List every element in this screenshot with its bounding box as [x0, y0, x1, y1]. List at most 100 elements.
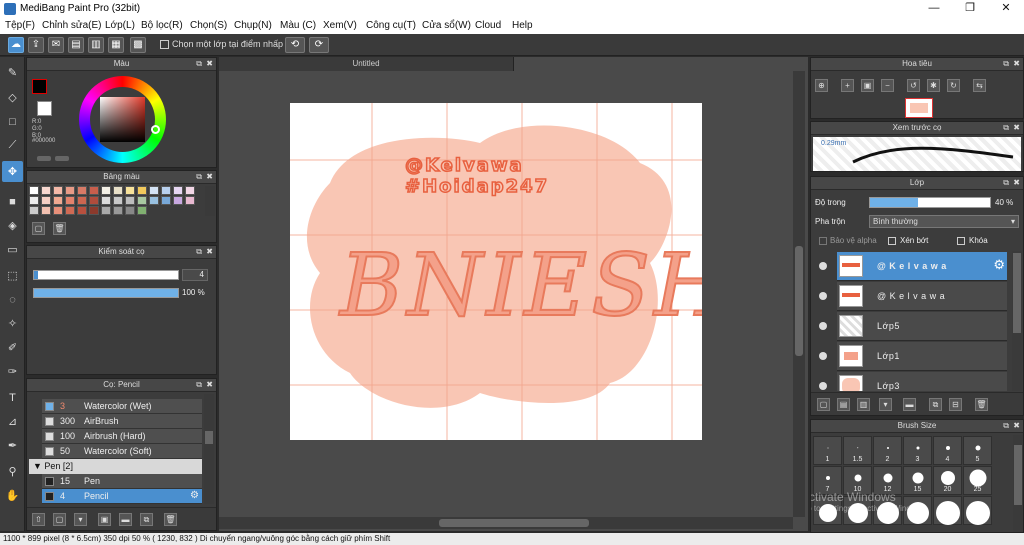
palette-swatch[interactable]: [161, 186, 171, 195]
palette-swatch[interactable]: [29, 196, 39, 205]
flip-icon[interactable]: ⇆: [973, 79, 986, 92]
copy-brush-icon[interactable]: ▣: [98, 513, 111, 526]
new-halftone-layer-icon[interactable]: ▤: [837, 398, 850, 411]
brush-size-cell[interactable]: [873, 496, 902, 525]
close-icon[interactable]: ✖: [206, 171, 213, 183]
eyedropper-tool-icon[interactable]: ✒: [2, 435, 23, 456]
palette-swatch[interactable]: [41, 206, 51, 215]
duplicate-layer-icon[interactable]: ⧉: [929, 398, 942, 411]
popout-icon[interactable]: ⧉: [1003, 122, 1009, 134]
zoom-in-icon[interactable]: +: [841, 79, 854, 92]
merge-layer-icon[interactable]: ⊟: [949, 398, 962, 411]
add-layer-menu-icon[interactable]: ▾: [879, 398, 892, 411]
folder-icon[interactable]: ▬: [119, 513, 132, 526]
brush-size-cell[interactable]: 10: [843, 466, 872, 495]
hue-handle[interactable]: [151, 125, 160, 134]
visibility-icon[interactable]: [819, 352, 827, 360]
duplicate-icon[interactable]: ⧉: [140, 513, 153, 526]
protect-alpha-checkbox[interactable]: [819, 237, 827, 245]
undo-button[interactable]: ⟲: [285, 37, 305, 53]
tile-icon[interactable]: ▩: [130, 37, 146, 53]
trash-icon[interactable]: 🗑: [164, 513, 177, 526]
canvas-vscroll[interactable]: [793, 71, 805, 517]
palette-swatch[interactable]: [41, 196, 51, 205]
new-brush-icon[interactable]: ▢: [53, 513, 66, 526]
palette-swatch[interactable]: [77, 186, 87, 195]
document-tab[interactable]: Untitled: [219, 57, 514, 71]
menu-file[interactable]: Tệp(F): [5, 20, 35, 31]
lock-checkbox[interactable]: [957, 237, 965, 245]
popout-icon[interactable]: ⧉: [1003, 420, 1009, 432]
brush-size-scrollbar[interactable]: [1013, 435, 1023, 532]
palette-swatch[interactable]: [65, 206, 75, 215]
palette-swatch[interactable]: [173, 186, 183, 195]
clipping-checkbox[interactable]: [888, 237, 896, 245]
close-icon[interactable]: ✖: [1013, 122, 1020, 134]
rotate-left-icon[interactable]: ↺: [907, 79, 920, 92]
close-icon[interactable]: ✖: [1013, 58, 1020, 70]
lasso-tool-icon[interactable]: ◌: [2, 289, 23, 310]
brush-size-cell[interactable]: [843, 496, 872, 525]
foreground-color-swatch[interactable]: [32, 79, 47, 94]
add-brush-icon[interactable]: ⇧: [32, 513, 45, 526]
share-icon[interactable]: ⇪: [28, 37, 44, 53]
palette-swatch[interactable]: [89, 186, 99, 195]
palette-swatch[interactable]: [125, 206, 135, 215]
color-picker-button[interactable]: [55, 156, 69, 161]
brush-size-cell[interactable]: [963, 496, 992, 526]
layer-row[interactable]: Lớp1: [819, 342, 1007, 371]
menu-help[interactable]: Help: [512, 20, 533, 31]
palette-swatch[interactable]: [137, 186, 147, 195]
palette-swatch[interactable]: [113, 196, 123, 205]
brush-size-cell[interactable]: 1.5: [843, 436, 872, 465]
brush-opacity-slider[interactable]: [33, 288, 179, 298]
menu-layer[interactable]: Lớp(L): [105, 20, 135, 31]
palette-scrollbar[interactable]: [205, 186, 215, 216]
palette-swatch[interactable]: [113, 186, 123, 195]
brush-list-scrollbar[interactable]: [204, 394, 214, 504]
layer-row[interactable]: Lớp3: [819, 372, 1007, 391]
palette-swatch[interactable]: [185, 196, 195, 205]
brush-size-cell[interactable]: 2: [873, 436, 902, 465]
blend-mode-select[interactable]: Bình thường ▾: [869, 215, 1019, 228]
brush-size-cell[interactable]: [903, 496, 932, 525]
color-mode-button[interactable]: [37, 156, 51, 161]
palette-swatch[interactable]: [53, 186, 63, 195]
close-icon[interactable]: ✖: [1013, 177, 1020, 189]
gear-icon[interactable]: ⚙: [993, 257, 1005, 273]
brush-size-cell[interactable]: 1: [813, 436, 842, 465]
hue-ring[interactable]: [79, 76, 166, 163]
popout-icon[interactable]: ⧉: [1003, 58, 1009, 70]
new-8bit-layer-icon[interactable]: ▥: [857, 398, 870, 411]
palette-swatch[interactable]: [137, 196, 147, 205]
canvas-hscroll[interactable]: [219, 517, 793, 529]
menu-filter[interactable]: Bộ lọc(R): [141, 20, 183, 31]
message-icon[interactable]: ▤: [68, 37, 84, 53]
comment-icon[interactable]: ✉: [48, 37, 64, 53]
fill-rect-tool-icon[interactable]: ■: [2, 191, 23, 212]
visibility-icon[interactable]: [819, 382, 827, 390]
layer-row[interactable]: @ K e l v a w a: [819, 282, 1007, 311]
palette-swatch[interactable]: [125, 186, 135, 195]
brush-item[interactable]: 100 Airbrush (Hard): [42, 429, 202, 444]
menu-view[interactable]: Xem(V): [323, 20, 357, 31]
palette-swatch[interactable]: [65, 196, 75, 205]
redo-button[interactable]: ⟳: [309, 37, 329, 53]
menu-cloud[interactable]: Cloud: [475, 20, 501, 31]
canvas-paper[interactable]: @Kelvawa #Hoidap247 BNIESH: [290, 103, 702, 440]
menu-color[interactable]: Màu (C): [280, 20, 316, 31]
palette-swatch[interactable]: [125, 196, 135, 205]
brush-group-pen[interactable]: ▼ Pen [2]: [29, 459, 202, 474]
brush-size-slider[interactable]: [33, 270, 179, 280]
palette-swatch[interactable]: [149, 186, 159, 195]
bucket-tool-icon[interactable]: ◈: [2, 215, 23, 236]
close-icon[interactable]: ✖: [206, 246, 213, 258]
palette-swatch[interactable]: [101, 186, 111, 195]
dropper-tool-icon[interactable]: ⚲: [2, 461, 23, 482]
select-eraser-tool-icon[interactable]: ✑: [2, 361, 23, 382]
rectangle-tool-icon[interactable]: □: [2, 111, 23, 132]
menu-tools[interactable]: Công cụ(T): [366, 20, 416, 31]
popout-icon[interactable]: ⧉: [196, 379, 202, 391]
magic-wand-tool-icon[interactable]: ✧: [2, 313, 23, 334]
brush-size-cell[interactable]: [813, 496, 842, 525]
